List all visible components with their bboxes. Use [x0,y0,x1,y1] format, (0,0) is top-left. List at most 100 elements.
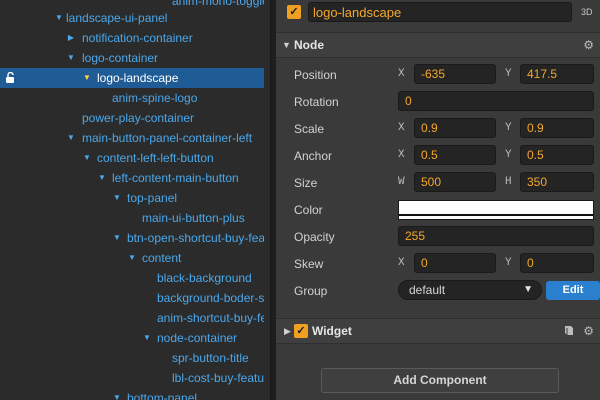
collapsed-arrow-icon[interactable]: ▶ [66,28,76,48]
tree-node[interactable]: ▼ content [0,248,264,268]
position-y-input[interactable]: 417.5 [520,64,594,84]
scale-x-input[interactable]: 0.9 [414,118,496,138]
tree-node-label: main-ui-button-plus [142,211,245,225]
scale-x-axis-label: X [398,122,405,134]
anchor-x-axis-label: X [398,149,405,161]
expand-down-icon[interactable]: ▼ [112,228,122,248]
tree-node[interactable]: ▼ node-container [0,328,264,348]
tree-node-label: logo-container [82,51,159,65]
scale-y-axis-label: Y [505,122,512,134]
tree-node-label: btn-open-shortcut-buy-feature [127,231,264,245]
tree-node[interactable]: ▼ logo-container [0,48,264,68]
opacity-input[interactable]: 255 [398,226,594,246]
widget-enabled-checkbox[interactable]: ✓ [294,324,308,338]
tree-node-label: content [142,251,182,265]
position-x-input[interactable]: -635 [414,64,496,84]
tree-node[interactable]: anim-spine-logo [0,88,264,108]
tree-node-label: left-content-main-button [112,171,239,185]
size-width-input[interactable]: 500 [414,172,496,192]
expand-down-icon[interactable]: ▼ [97,168,107,188]
tree-node-label: logo-landscape [97,71,179,85]
node-active-checkbox[interactable]: ✓ [287,5,301,19]
position-label: Position [294,68,337,82]
tree-node[interactable]: ▶ notification-container [0,28,264,48]
help-book-icon[interactable] [564,325,574,336]
group-dropdown[interactable]: default ▼ [398,280,542,300]
tree-node-label: anim-spine-logo [112,91,198,105]
tree-node-label: anim-shortcut-buy-feature [157,311,264,325]
opacity-bar [399,214,593,216]
skew-x-axis-label: X [398,257,405,269]
tree-node[interactable]: power-play-container [0,108,264,128]
group-selected-value: default [409,283,446,297]
dropdown-caret-icon: ▼ [523,284,533,295]
inspector-panel: ✓ logo-landscape 3D ▼ Node ⚙ Position X … [276,0,600,400]
group-label: Group [294,284,328,298]
tree-node-label: spr-button-title [172,351,249,365]
tree-node-label: power-play-container [82,111,195,125]
tree-node[interactable]: ▼ content-left-left-button [0,148,264,168]
scale-label: Scale [294,122,325,136]
tree-node-label: node-container [157,331,238,345]
tree-node[interactable]: spr-button-title [0,348,264,368]
widget-section-header[interactable]: ▶ ✓ Widget ⚙ [276,318,600,344]
anchor-y-input[interactable]: 0.5 [520,145,594,165]
node-section-title: Node [294,38,324,52]
position-x-axis-label: X [398,68,405,80]
size-height-input[interactable]: 350 [520,172,594,192]
tree-node[interactable]: ▼ btn-open-shortcut-buy-feature [0,228,264,248]
expand-down-icon[interactable]: ▼ [112,188,122,208]
tree-node-selected[interactable]: ▼ logo-landscape [0,68,264,88]
hierarchy-panel: anim-mono-toggle ▼ landscape-ui-panel ▶ noti… [0,0,264,400]
node-name-input[interactable]: logo-landscape [308,2,572,22]
expand-down-icon[interactable]: ▼ [82,68,92,88]
color-label: Color [294,203,323,217]
widget-section-title: Widget [312,324,352,338]
anchor-y-axis-label: Y [505,149,512,161]
expand-down-icon[interactable]: ▼ [82,148,92,168]
expand-arrow-icon[interactable]: ▶ [284,319,291,343]
skew-y-axis-label: Y [505,257,512,269]
skew-y-input[interactable]: 0 [520,253,594,273]
scale-y-input[interactable]: 0.9 [520,118,594,138]
expand-down-icon[interactable]: ▼ [112,388,122,400]
tree-node-label: landscape-ui-panel [66,11,168,25]
tree-node[interactable]: anim-shortcut-buy-feature [0,308,264,328]
tree-node[interactable]: ▼ main-button-panel-container-left [0,128,264,148]
collapse-arrow-icon[interactable]: ▼ [282,33,291,57]
tree-node-label: bottom-panel [127,391,198,400]
expand-down-icon[interactable]: ▼ [66,48,76,68]
rotation-input[interactable]: 0 [398,91,594,111]
opacity-label: Opacity [294,230,335,244]
skew-label: Skew [294,257,324,271]
tree-node[interactable]: ▼ top-panel [0,188,264,208]
position-y-axis-label: Y [505,68,512,80]
color-picker-swatch[interactable] [398,200,594,220]
tree-node-label: content-left-left-button [97,151,214,165]
tree-node[interactable]: black-background [0,268,264,288]
3d-toggle[interactable]: 3D [581,7,593,17]
expand-down-icon[interactable]: ▼ [54,8,64,28]
size-w-axis-label: W [398,176,405,188]
tree-node[interactable]: main-ui-button-plus [0,208,264,228]
unlock-icon[interactable] [5,72,16,84]
tree-node[interactable]: lbl-cost-buy-feature [0,368,264,388]
tree-node-label: black-background [157,271,252,285]
add-component-button[interactable]: Add Component [321,368,559,393]
tree-node-label: lbl-cost-buy-feature [172,371,264,385]
expand-down-icon[interactable]: ▼ [66,128,76,148]
expand-down-icon[interactable]: ▼ [127,248,137,268]
node-section-header[interactable]: ▼ Node ⚙ [276,32,600,58]
group-edit-button[interactable]: Edit [546,281,600,300]
tree-node-label: top-panel [127,191,178,205]
gear-icon[interactable]: ⚙ [583,319,594,343]
tree-node[interactable]: ▼ landscape-ui-panel [0,8,264,28]
anchor-x-input[interactable]: 0.5 [414,145,496,165]
tree-node[interactable]: ▼ bottom-panel [0,388,264,400]
skew-x-input[interactable]: 0 [414,253,496,273]
tree-node[interactable]: ▼ left-content-main-button [0,168,264,188]
size-label: Size [294,176,318,190]
expand-down-icon[interactable]: ▼ [142,328,152,348]
tree-node[interactable]: background-boder-shortcut [0,288,264,308]
gear-icon[interactable]: ⚙ [583,33,594,57]
